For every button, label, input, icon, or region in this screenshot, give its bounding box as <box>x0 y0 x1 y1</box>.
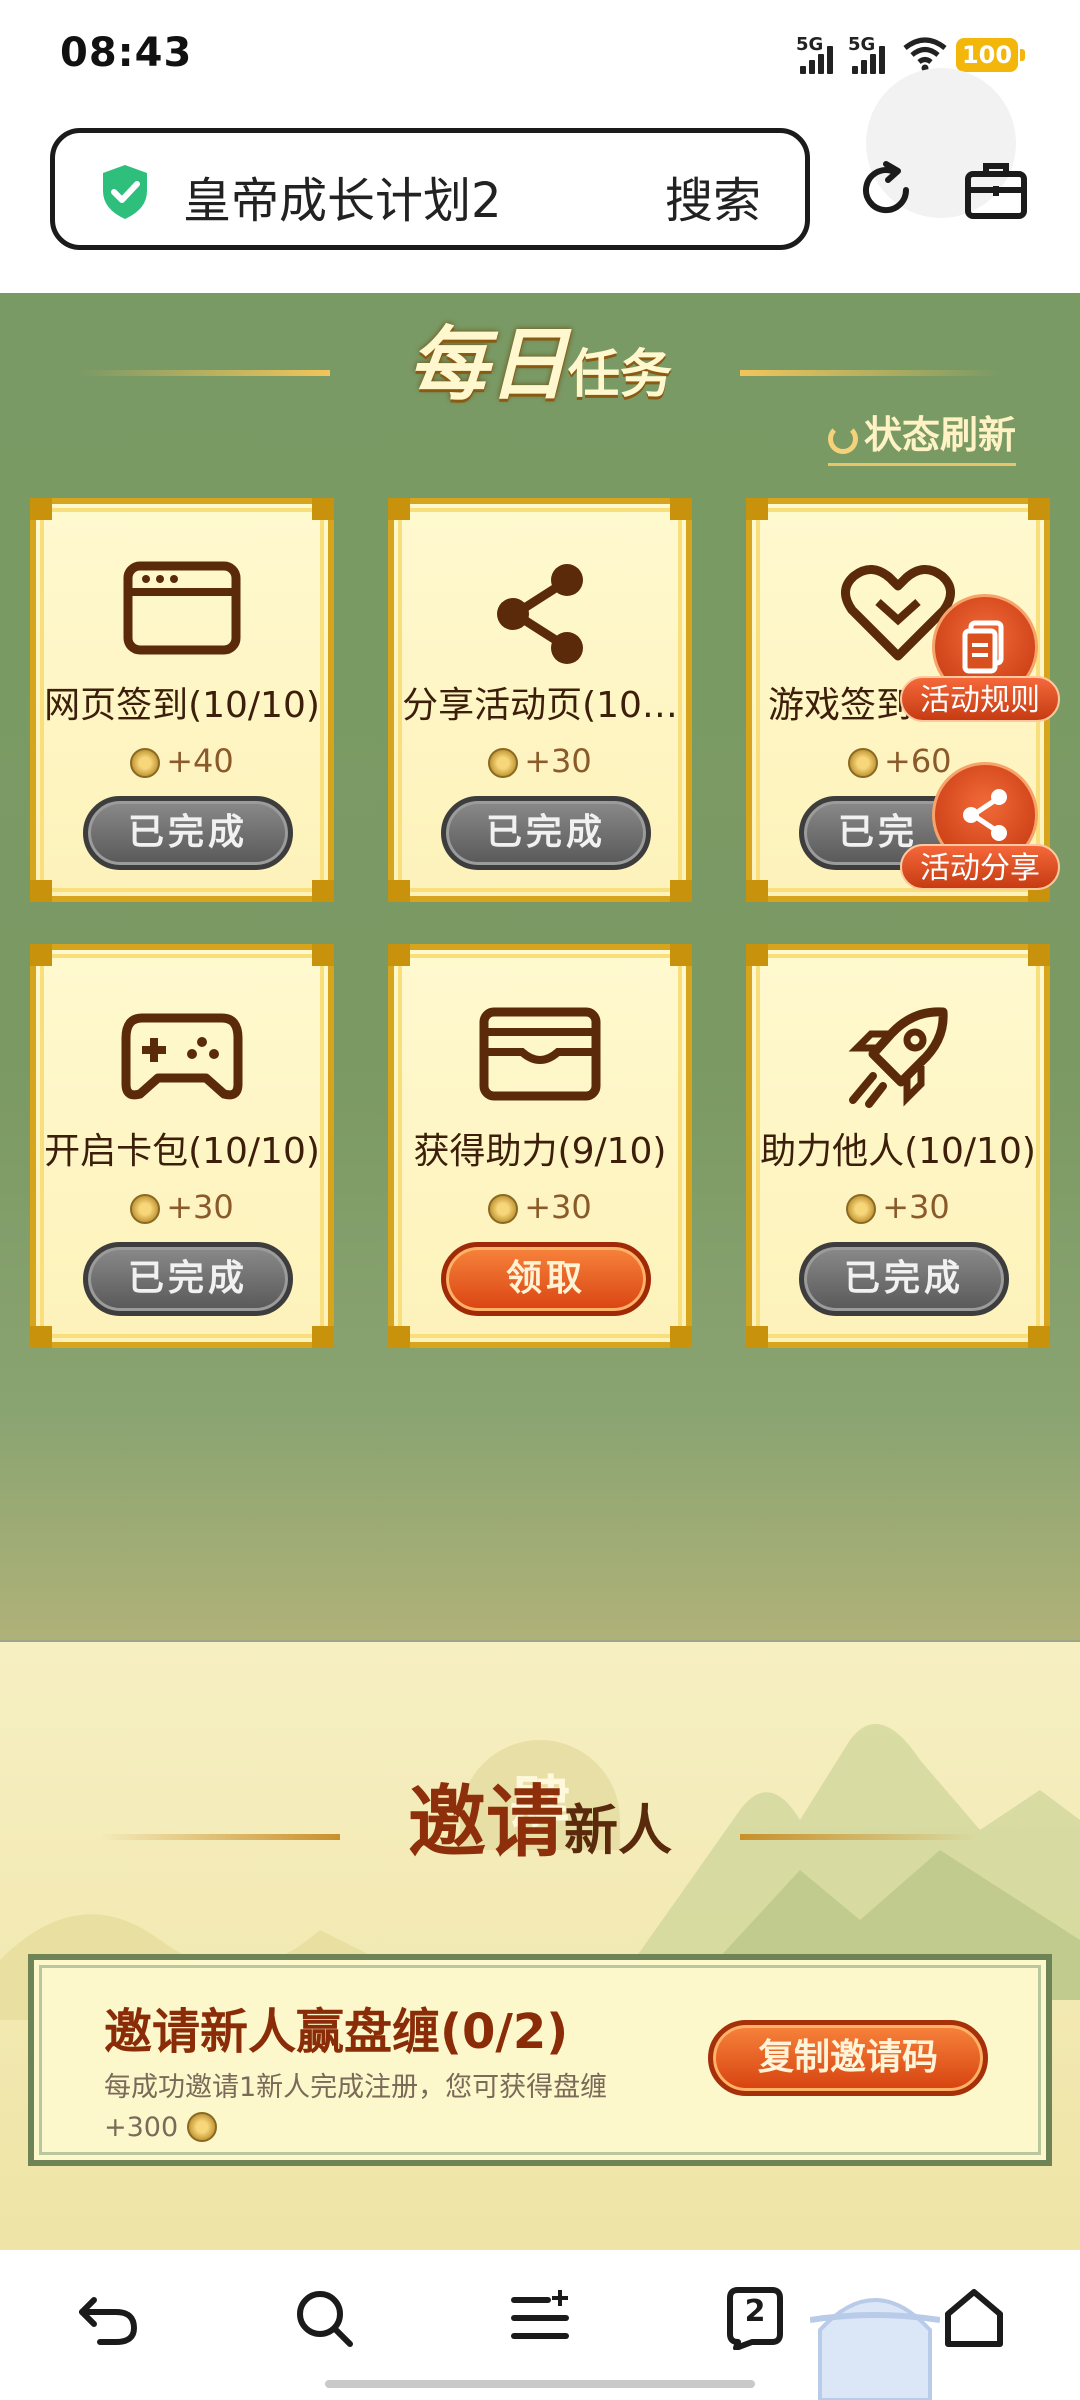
task-reward: +30 <box>394 1188 686 1226</box>
search-input[interactable]: 皇帝成长计划2 搜索 <box>50 128 810 250</box>
coin-icon <box>488 1194 519 1224</box>
signal-icon <box>800 46 836 74</box>
invite-title: 邀请新人 <box>0 1760 1080 1872</box>
battery-indicator: 100 <box>956 38 1025 72</box>
task-card-open-pack: 开启卡包(10/10) +30 已完成 <box>30 944 334 1348</box>
task-claim-button[interactable]: 领取 <box>441 1242 651 1316</box>
coin-icon <box>186 2112 217 2142</box>
refresh-label: 状态刷新 <box>864 413 1017 457</box>
shield-icon <box>103 165 147 219</box>
copy-invite-code-button[interactable]: 复制邀请码 <box>708 2020 988 2096</box>
search-button[interactable]: 搜索 <box>665 161 761 231</box>
browser-icon <box>123 561 241 655</box>
task-card-web-checkin: 网页签到(10/10) +40 已完成 <box>30 498 334 902</box>
task-name: 获得助力(9/10) <box>413 1131 667 1172</box>
clock: 08:43 <box>60 30 193 76</box>
activity-share-button[interactable]: 活动分享 <box>900 762 1060 892</box>
signal-icon <box>852 46 888 74</box>
tabs-count: 2 <box>744 2294 766 2329</box>
tabs-button[interactable]: 2 <box>722 2284 788 2351</box>
coin-icon <box>488 748 519 778</box>
task-name: 助力他人(10/10) <box>760 1131 1036 1172</box>
task-card-get-assist: 获得助力(9/10) +30 领取 <box>388 944 692 1348</box>
daily-title-small: 任务 <box>567 344 672 405</box>
daily-title-big: 每日 <box>407 317 568 411</box>
invite-card-title: 邀请新人赢盘缠(0/2) <box>104 2004 569 2060</box>
gamepad-icon <box>121 1013 243 1100</box>
wifi-icon <box>903 37 947 72</box>
toolbox-icon[interactable] <box>964 160 1028 220</box>
search-query: 皇帝成长计划2 <box>183 173 502 229</box>
search-icon[interactable] <box>292 2286 356 2350</box>
coin-icon <box>130 1194 161 1224</box>
coin-icon <box>130 748 161 778</box>
task-name: 网页签到(10/10) <box>44 685 320 726</box>
rocket-icon <box>848 1007 948 1108</box>
menu-icon[interactable] <box>508 2286 572 2350</box>
task-card-help-others: 助力他人(10/10) +30 已完成 <box>746 944 1050 1348</box>
refresh-icon <box>828 424 858 454</box>
task-reward: +30 <box>36 1188 328 1226</box>
share-icon <box>497 564 583 664</box>
task-reward: +30 <box>394 742 686 780</box>
reload-icon[interactable] <box>856 160 916 220</box>
browser-toolbar: 皇帝成长计划2 搜索 <box>0 68 1080 293</box>
task-name: 开启卡包(10/10) <box>44 1131 320 1172</box>
coin-icon <box>846 1194 877 1224</box>
task-reward: +30 <box>752 1188 1044 1226</box>
invite-card: 邀请新人赢盘缠(0/2) 每成功邀请1新人完成注册，您可获得盘缠 +300 复制邀… <box>28 1954 1052 2166</box>
back-icon[interactable] <box>76 2286 140 2350</box>
home-icon[interactable] <box>942 2286 1006 2350</box>
task-reward: +40 <box>36 742 328 780</box>
invite-card-description: 每成功邀请1新人完成注册，您可获得盘缠 +300 <box>104 2072 608 2143</box>
activity-share-label: 活动分享 <box>900 844 1060 890</box>
refresh-status-button[interactable]: 状态刷新 <box>828 404 1017 466</box>
task-completed-button[interactable]: 已完成 <box>83 1242 293 1316</box>
task-completed-button[interactable]: 已完成 <box>83 796 293 870</box>
wallet-icon <box>479 1007 601 1101</box>
activity-rules-label: 活动规则 <box>900 676 1060 722</box>
invite-title-big: 邀请 <box>407 1777 564 1868</box>
task-completed-button[interactable]: 已完成 <box>441 796 651 870</box>
task-completed-button[interactable]: 已完成 <box>799 1242 1009 1316</box>
task-card-share-page: 分享活动页(10… +30 已完成 <box>388 498 692 902</box>
gesture-bar <box>325 2380 755 2388</box>
activity-rules-button[interactable]: 活动规则 <box>900 594 1060 724</box>
invite-title-small: 新人 <box>564 1798 672 1862</box>
task-name: 分享活动页(10… <box>402 685 678 726</box>
bottom-navigation: 2 <box>0 2250 1080 2400</box>
mascot-icon[interactable] <box>810 2280 940 2400</box>
coin-icon <box>848 748 878 778</box>
